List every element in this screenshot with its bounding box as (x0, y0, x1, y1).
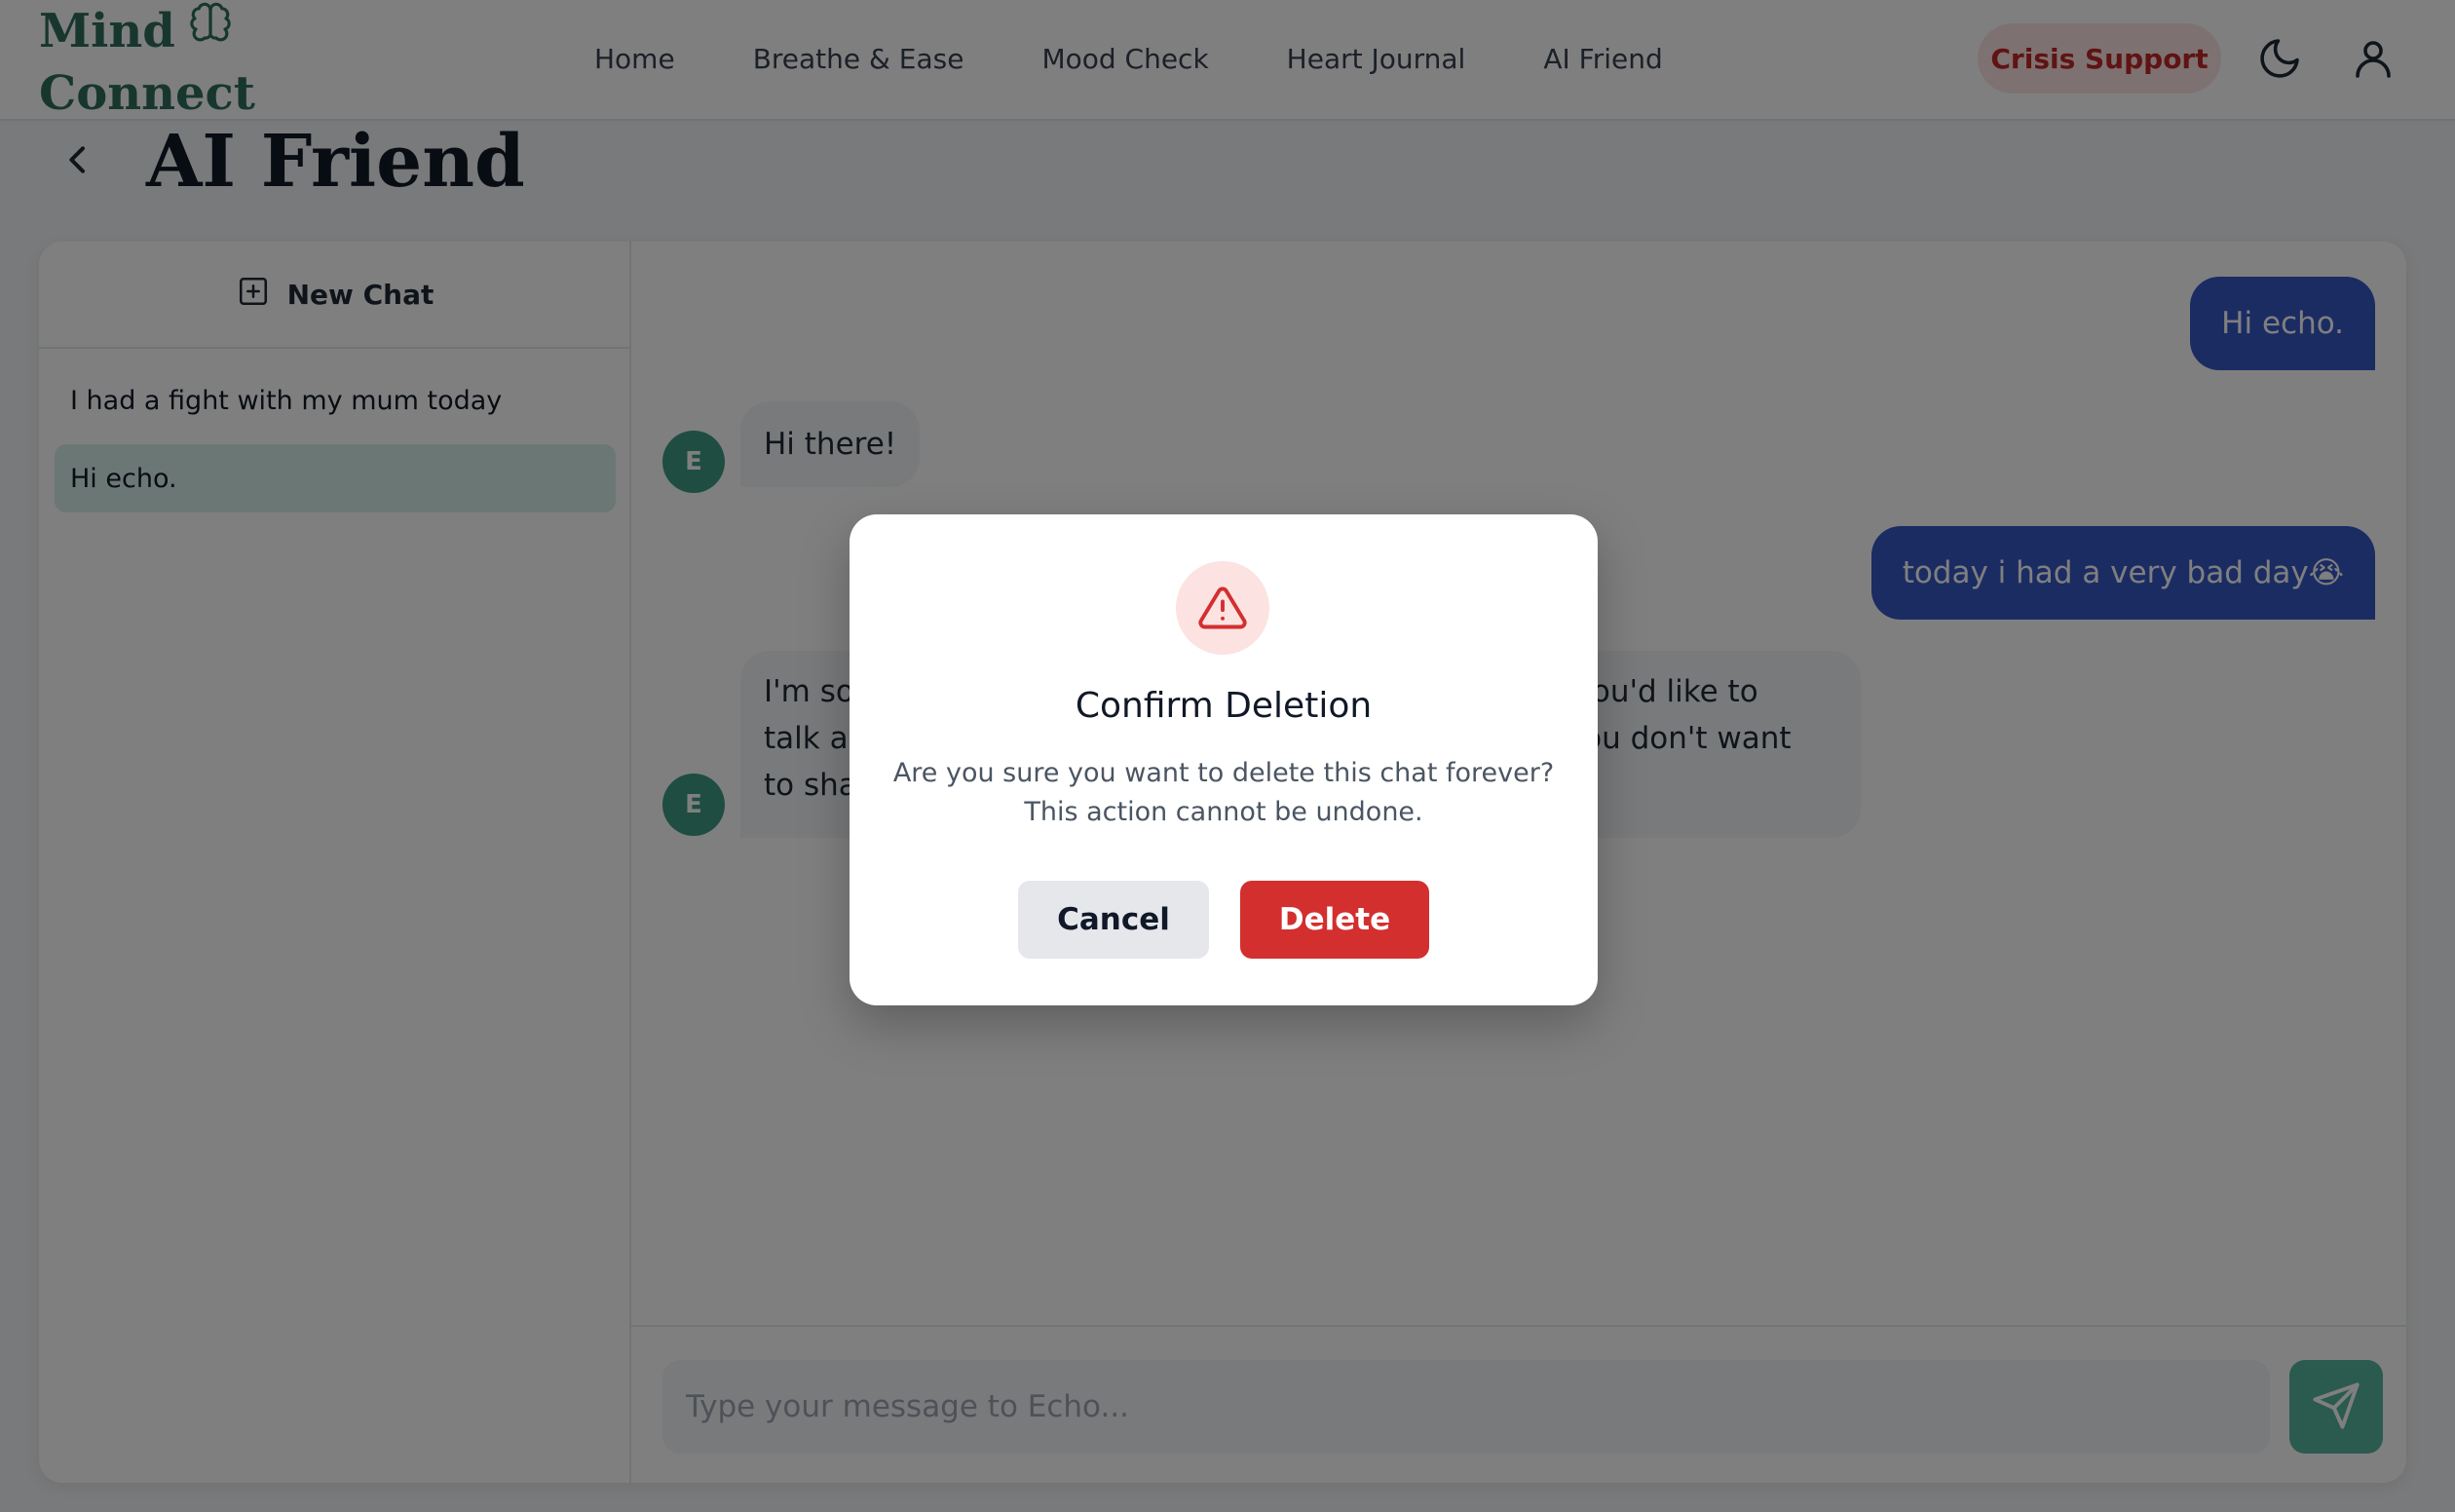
delete-button[interactable]: Delete (1240, 881, 1429, 959)
dialog-message-line2: This action cannot be undone. (1024, 797, 1423, 827)
dialog-title: Confirm Deletion (1075, 686, 1373, 726)
app-root: Mind Connect Home Breathe & Ease Mood Ch… (0, 0, 2455, 1512)
warning-triangle-icon (1176, 561, 1269, 655)
confirm-delete-dialog: Confirm Deletion Are you sure you want t… (850, 514, 1598, 1005)
dialog-message: Are you sure you want to delete this cha… (888, 754, 1559, 832)
dialog-message-line1: Are you sure you want to delete this cha… (892, 758, 1555, 788)
cancel-button[interactable]: Cancel (1018, 881, 1209, 959)
